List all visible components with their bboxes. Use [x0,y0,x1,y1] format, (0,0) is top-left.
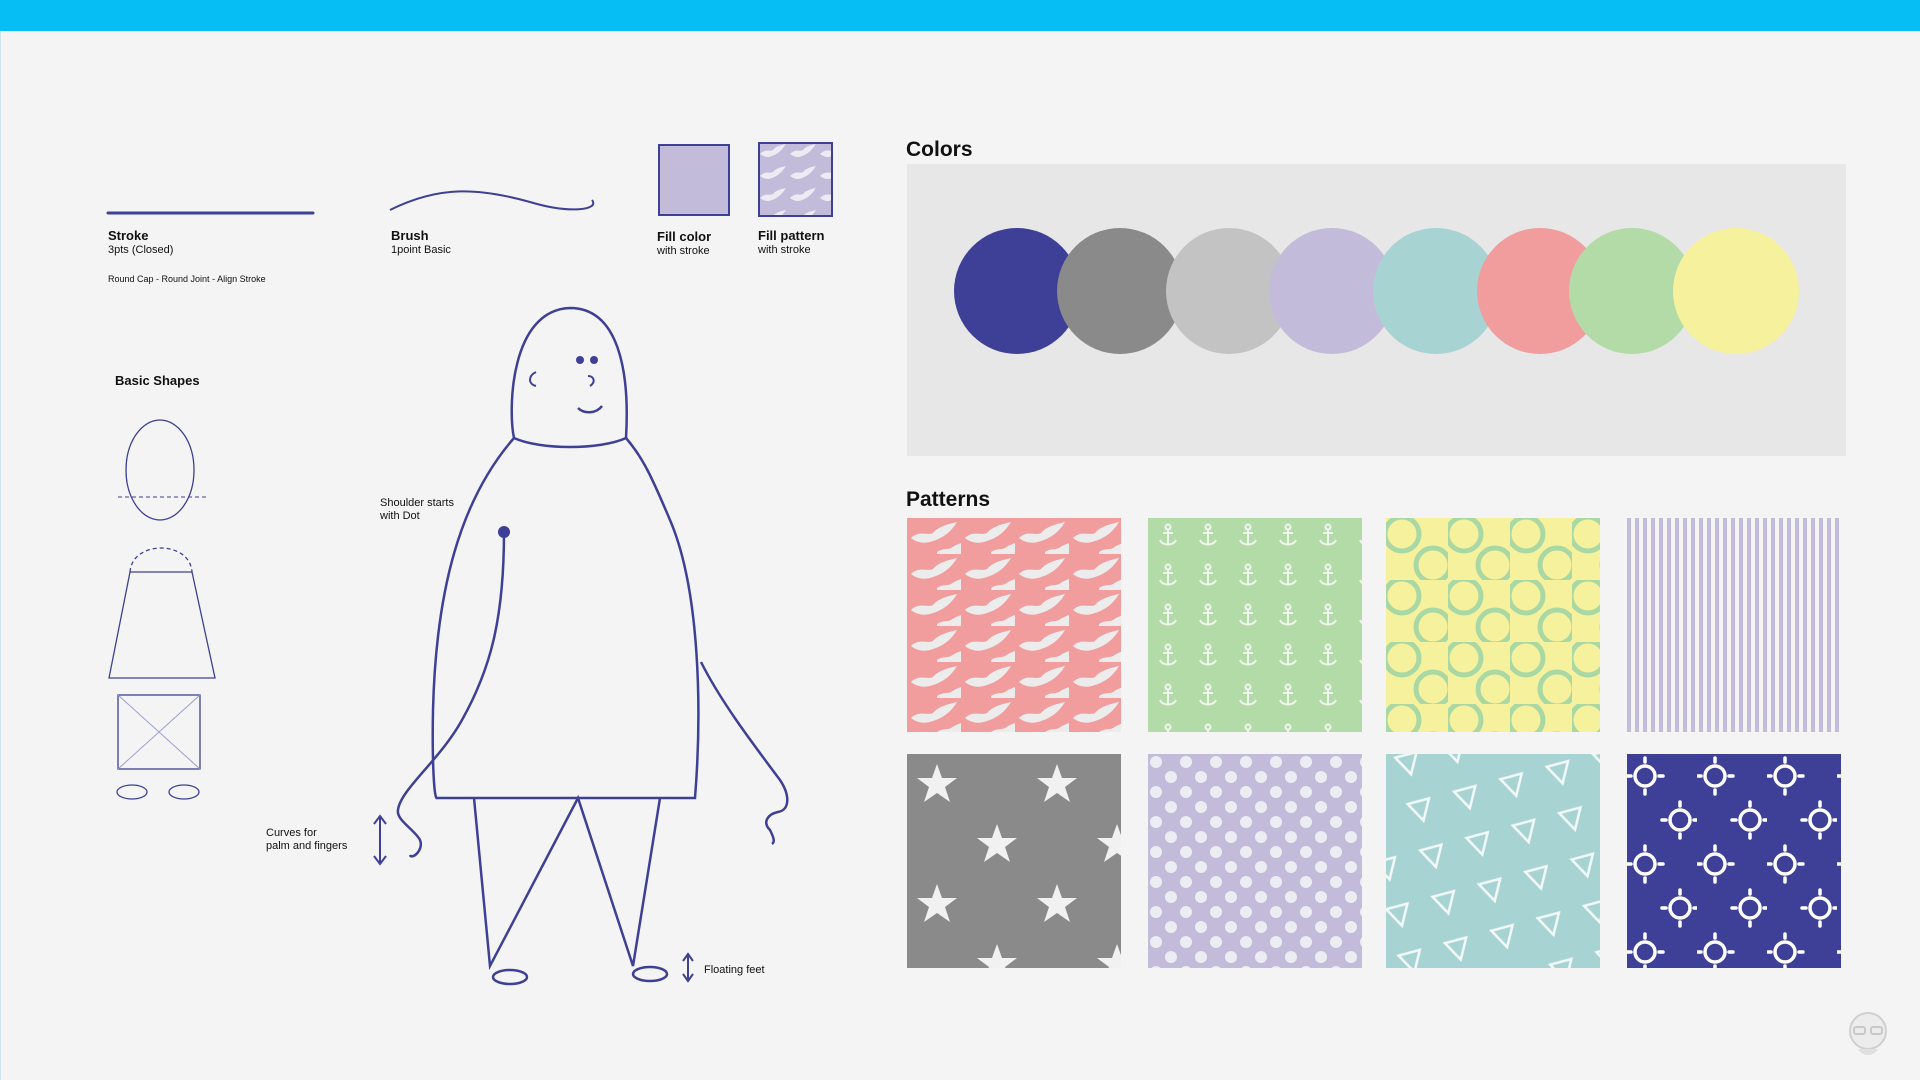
curves-note-line2: palm and fingers [266,840,348,852]
pattern-tile-stars [907,754,1121,968]
fill-pattern-title: Fill pattern [758,228,825,243]
color-swatch-8 [1673,228,1799,354]
shoulder-note-line1: Shoulder starts [380,497,454,509]
shoulder-note-line2: with Dot [380,510,420,522]
body-shape [108,571,216,679]
top-bar [0,0,1920,31]
pattern-tile-rings [1386,518,1600,732]
pattern-tile-dots [1148,754,1362,968]
character-body [431,437,700,800]
character-left-arm [396,531,506,858]
fill-color-title: Fill color [657,229,712,244]
character-right-arm [699,661,789,846]
fill-pattern-sample [758,142,833,217]
head-shape [125,419,195,521]
frame-edge [0,31,1,1080]
stroke-note: Round Cap - Round Joint - Align Stroke [108,274,266,284]
character-foot-right [631,965,669,983]
fill-color-sample [658,144,730,216]
pattern-tile-anchors [1148,518,1362,732]
character-illustration [373,306,789,986]
pattern-tile-triangles [1386,754,1600,968]
feet-note: Floating feet [704,964,765,976]
avatar-icon [1849,1012,1887,1055]
character-head [510,306,628,449]
foot-shape-right [168,784,200,800]
color-swatch-2 [1057,228,1183,354]
palm-arrow [373,814,387,866]
stroke-title: Stroke [108,228,149,243]
pattern-tile-stripes [1627,518,1841,732]
basic-shapes-title: Basic Shapes [115,373,200,388]
character-legs [472,794,662,971]
brush-title: Brush [391,228,429,243]
patterns-heading: Patterns [906,488,991,511]
pattern-tile-suns [1627,754,1841,968]
basic-shapes [108,419,216,800]
feet-arrow [682,952,694,983]
stroke-subtitle: 3pts (Closed) [108,244,174,256]
brush-sample-line [389,190,595,211]
foot-shape-left [116,784,148,800]
fill-color-subtitle: with stroke [657,245,710,257]
fill-pattern-subtitle: with stroke [758,244,811,256]
body-cap-shape [129,547,193,573]
colors-heading: Colors [906,138,973,161]
pattern-tile-birds [907,518,1121,732]
brush-subtitle: 1point Basic [391,244,451,256]
curves-note-line1: Curves for [266,827,317,839]
character-foot-left [491,968,529,986]
